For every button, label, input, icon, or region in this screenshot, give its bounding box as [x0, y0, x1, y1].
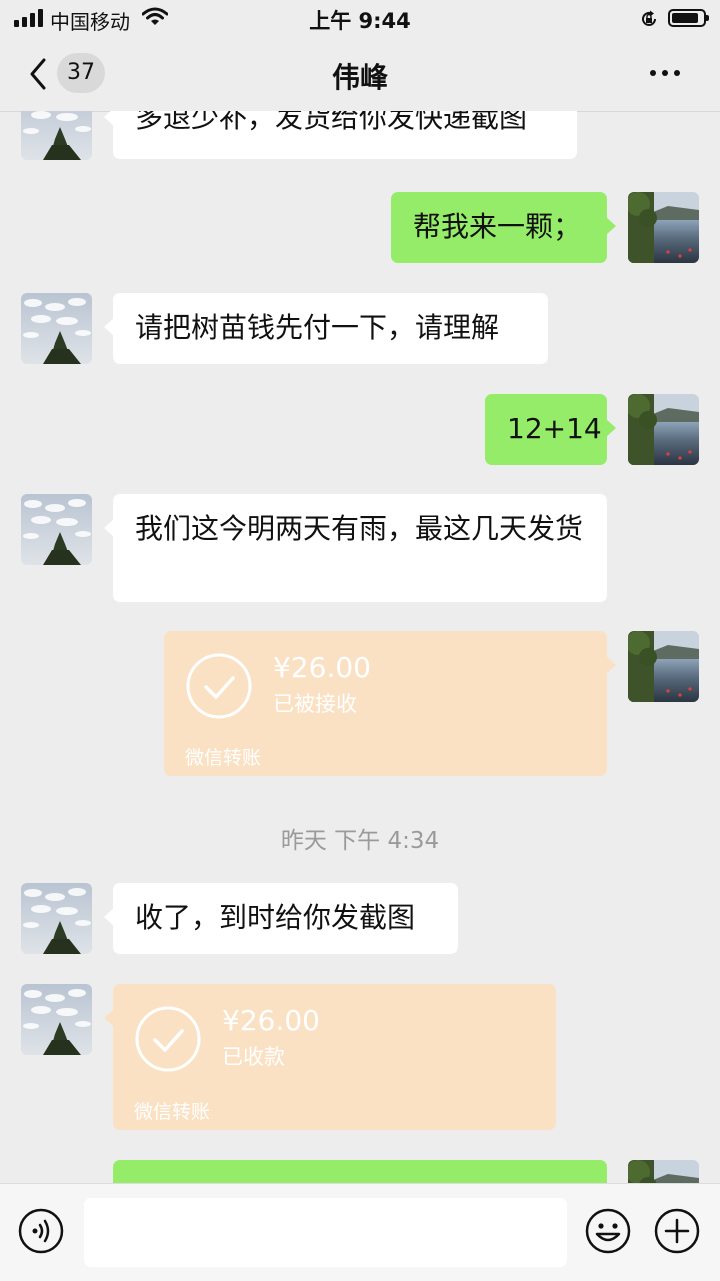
more-dots-icon[interactable] [650, 66, 690, 80]
plus-icon[interactable] [654, 1208, 700, 1254]
chat-header: 37 伟峰 [0, 36, 720, 112]
message-bubble[interactable]: 帮我来一颗； [391, 192, 616, 263]
transfer-status: 已收款 [222, 1045, 285, 1069]
contact-avatar[interactable] [21, 494, 92, 565]
chat-title: 伟峰 [331, 61, 388, 94]
message-bubble[interactable]: 12+14 [485, 394, 616, 465]
contact-avatar[interactable] [21, 883, 92, 954]
voice-icon[interactable] [18, 1208, 64, 1254]
transfer-label: 微信转账 [185, 747, 262, 769]
emoji-icon[interactable] [585, 1208, 631, 1254]
transfer-card[interactable]: ¥26.00 已被接收 微信转账 [164, 631, 616, 776]
input-bar [0, 1183, 720, 1281]
message-bubble[interactable]: 多退少补，发货给你发快递截图 [104, 111, 577, 159]
check-circle-icon [186, 653, 252, 719]
transfer-amount: ¥26.00 [222, 1004, 320, 1037]
check-circle-icon [135, 1006, 201, 1072]
battery-icon [668, 9, 709, 27]
message-input[interactable] [84, 1198, 567, 1267]
transfer-card[interactable]: ¥26.00 已收款 微信转账 [104, 984, 556, 1130]
my-avatar[interactable] [628, 631, 699, 702]
my-avatar[interactable] [628, 192, 699, 263]
transfer-amount: ¥26.00 [273, 651, 371, 684]
transfer-status: 已被接收 [273, 692, 357, 716]
timestamp: 昨天 下午 4:34 [280, 828, 440, 854]
rotation-lock-icon [642, 10, 656, 26]
message-bubble[interactable]: 收了，到时给你发截图 [104, 883, 458, 954]
message-list[interactable]: 多退少补，发货给你发快递截图 帮我来一颗； 请把树苗钱先付一下，请理解 12+1… [0, 111, 720, 1183]
contact-avatar[interactable] [21, 111, 92, 160]
contact-avatar[interactable] [21, 293, 92, 364]
message-bubble[interactable]: 我们这今明两天有雨，最这几天发货 [104, 494, 607, 602]
message-bubble[interactable] [113, 1160, 607, 1183]
transfer-label: 微信转账 [134, 1101, 211, 1123]
contact-avatar[interactable] [21, 984, 92, 1055]
my-avatar[interactable] [628, 394, 699, 465]
message-bubble[interactable]: 请把树苗钱先付一下，请理解 [104, 293, 548, 364]
my-avatar[interactable] [628, 1160, 699, 1183]
clock: 上午 9:44 [309, 9, 411, 33]
status-bar: 中国移动 上午 9:44 [0, 0, 720, 36]
